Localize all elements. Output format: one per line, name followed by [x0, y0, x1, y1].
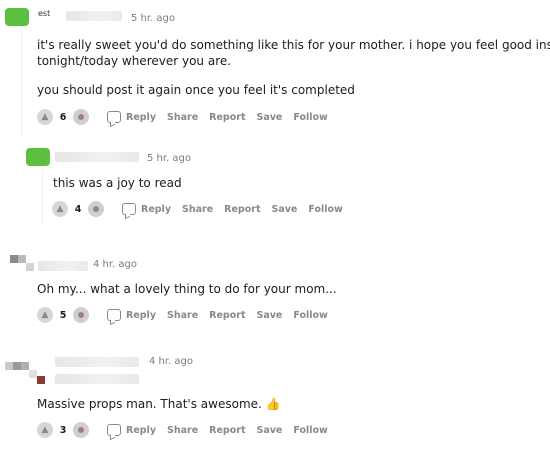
avatar-pixel	[13, 362, 21, 370]
username-redacted	[55, 152, 139, 162]
vote-count: 3	[59, 424, 67, 436]
comment-actions: ▲ 5 Reply Share Report Save Follow	[37, 306, 339, 324]
follow-button[interactable]: Follow	[293, 310, 327, 321]
comment-text: tonight/today wherever you are.	[37, 54, 232, 68]
save-button[interactable]: Save	[256, 112, 282, 123]
save-button[interactable]: Save	[271, 204, 297, 215]
follow-button[interactable]: Follow	[293, 112, 327, 123]
timestamp[interactable]: 5 hr. ago	[147, 153, 191, 164]
share-button[interactable]: Share	[167, 112, 198, 123]
avatar-pixel	[21, 362, 29, 370]
upvote-icon[interactable]: ▲	[37, 307, 53, 323]
comment-icon[interactable]	[122, 203, 136, 215]
comment-text-content: Massive props man. That's awesome.	[37, 397, 262, 411]
save-button[interactable]: Save	[256, 425, 282, 436]
comment-text: Oh my... what a lovely thing to do for y…	[37, 282, 337, 296]
vote-count: 6	[59, 111, 67, 123]
avatar-pixel	[29, 370, 37, 378]
username-redacted	[38, 261, 88, 271]
report-button[interactable]: Report	[209, 310, 245, 321]
downvote-icon[interactable]	[73, 422, 89, 438]
downvote-icon[interactable]	[88, 201, 104, 217]
comment-text: it's really sweet you'd do something lik…	[37, 38, 550, 52]
follow-button[interactable]: Follow	[293, 425, 327, 436]
reply-button[interactable]: Reply	[141, 204, 171, 215]
upvote-icon[interactable]: ▲	[37, 109, 53, 125]
username[interactable]: est	[38, 9, 50, 18]
comment-icon[interactable]	[107, 111, 121, 123]
report-button[interactable]: Report	[209, 112, 245, 123]
reply-button[interactable]: Reply	[126, 425, 156, 436]
comment-actions: ▲ 4 Reply Share Report Save Follow	[52, 200, 354, 218]
upvote-icon[interactable]: ▲	[37, 422, 53, 438]
timestamp[interactable]: 4 hr. ago	[149, 356, 193, 367]
comment-text: Massive props man. That's awesome. 👍	[37, 397, 281, 411]
avatar-pixel	[10, 255, 18, 263]
comment-actions: ▲ 3 Reply Share Report Save Follow	[37, 421, 339, 439]
thread-line[interactable]	[21, 28, 22, 138]
timestamp[interactable]: 4 hr. ago	[93, 259, 137, 270]
downvote-icon[interactable]	[73, 307, 89, 323]
follow-button[interactable]: Follow	[308, 204, 342, 215]
username-redacted	[66, 11, 122, 21]
avatar-pixel	[5, 362, 13, 370]
thumbs-up-emoji: 👍	[265, 397, 281, 411]
avatar-pixel	[26, 263, 34, 271]
report-button[interactable]: Report	[209, 425, 245, 436]
report-button[interactable]: Report	[224, 204, 260, 215]
upvote-icon[interactable]: ▲	[52, 201, 68, 217]
comment-icon[interactable]	[107, 424, 121, 436]
avatar[interactable]	[5, 8, 29, 26]
avatar[interactable]	[26, 148, 50, 166]
comment-text: you should post it again once you feel i…	[37, 83, 355, 97]
vote-count: 5	[59, 309, 67, 321]
comment-icon[interactable]	[107, 309, 121, 321]
share-button[interactable]: Share	[167, 425, 198, 436]
downvote-icon[interactable]	[73, 109, 89, 125]
vote-count: 4	[74, 203, 82, 215]
timestamp[interactable]: 5 hr. ago	[131, 13, 175, 24]
comment-text: this was a joy to read	[53, 176, 182, 190]
username-redacted	[55, 374, 139, 384]
username-redacted	[55, 357, 139, 367]
share-button[interactable]: Share	[182, 204, 213, 215]
avatar-pixel	[18, 255, 26, 263]
comment-actions: ▲ 6 Reply Share Report Save Follow	[37, 108, 339, 126]
avatar-pixel	[37, 376, 45, 384]
share-button[interactable]: Share	[167, 310, 198, 321]
thread-line[interactable]	[42, 170, 43, 225]
save-button[interactable]: Save	[256, 310, 282, 321]
reply-button[interactable]: Reply	[126, 310, 156, 321]
reply-button[interactable]: Reply	[126, 112, 156, 123]
